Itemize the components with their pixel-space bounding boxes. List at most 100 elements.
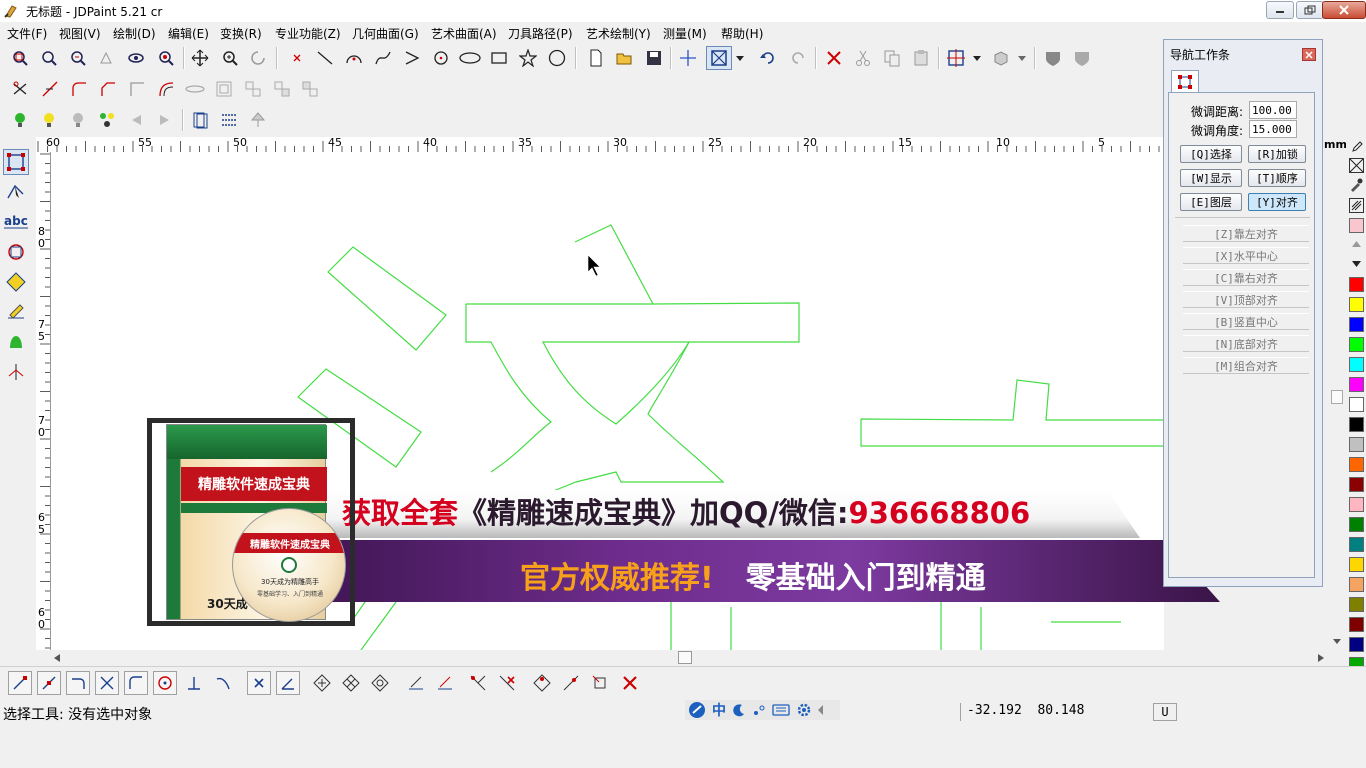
snap-midpoint-button[interactable]: [37, 671, 61, 695]
layer-list-button[interactable]: [218, 109, 240, 131]
group-button[interactable]: [213, 78, 235, 100]
color-swatch[interactable]: [1349, 317, 1364, 332]
color-swatch[interactable]: [1349, 437, 1364, 452]
save-button[interactable]: [643, 47, 665, 69]
snap-quadrant-button[interactable]: [124, 671, 148, 695]
pattern-fill-button[interactable]: [1349, 198, 1364, 213]
transform-tool-button[interactable]: [3, 239, 29, 265]
snap-toggle-button[interactable]: [247, 671, 271, 695]
align-hcenter-button[interactable]: [X]水平中心: [1183, 247, 1309, 264]
node-edit-button[interactable]: [3, 179, 29, 205]
align-left-button[interactable]: [Z]靠左对齐: [1183, 225, 1309, 242]
menu-art-surface[interactable]: 艺术曲面(A): [431, 25, 497, 42]
node-delete-button[interactable]: [495, 671, 519, 695]
spline-button[interactable]: [372, 47, 394, 69]
transform-node-button[interactable]: [310, 671, 334, 695]
menu-draw[interactable]: 绘制(D): [113, 25, 156, 42]
ellipse-button[interactable]: [459, 47, 481, 69]
color-swatch[interactable]: [1349, 497, 1364, 512]
horizontal-scroll-thumb[interactable]: [678, 651, 692, 664]
menu-measure[interactable]: 测量(M): [663, 25, 707, 42]
color-swatch[interactable]: [1349, 377, 1364, 392]
sculpt-tool-button[interactable]: [3, 299, 29, 325]
paste-button[interactable]: [910, 47, 932, 69]
3d-view-button[interactable]: [990, 47, 1012, 69]
light-yellow-button[interactable]: [38, 109, 60, 131]
pan-button[interactable]: [189, 47, 211, 69]
color-swatch[interactable]: [1349, 637, 1364, 652]
menu-view[interactable]: 视图(V): [59, 25, 101, 42]
arc-button[interactable]: [343, 47, 365, 69]
zoom-out-button[interactable]: [38, 47, 60, 69]
combine-button[interactable]: [271, 78, 293, 100]
node-break-button[interactable]: [559, 671, 583, 695]
light-off-button[interactable]: [67, 109, 89, 131]
minimize-button[interactable]: [1266, 1, 1294, 19]
menu-art-draw[interactable]: 艺术绘制(Y): [586, 25, 651, 42]
trim-button[interactable]: [9, 78, 31, 100]
color-swatch[interactable]: [1349, 457, 1364, 472]
color-swatch[interactable]: [1349, 357, 1364, 372]
menu-edit[interactable]: 编辑(E): [168, 25, 209, 42]
snap-center-button[interactable]: [153, 671, 177, 695]
close-button[interactable]: [1322, 1, 1366, 19]
zoom-button[interactable]: [219, 47, 241, 69]
vertical-scrollbar[interactable]: [1330, 150, 1344, 650]
new-file-button[interactable]: [585, 47, 607, 69]
redo-button[interactable]: [787, 47, 809, 69]
zoom-all-button[interactable]: [67, 47, 89, 69]
render-solid-button[interactable]: [1071, 47, 1093, 69]
align-view-button[interactable]: [945, 47, 967, 69]
restore-button[interactable]: [1296, 1, 1324, 19]
surface-tool-button[interactable]: [3, 329, 29, 355]
eyedropper-button[interactable]: [1349, 178, 1364, 193]
snap-intersection-button[interactable]: [95, 671, 119, 695]
select-mode-button[interactable]: [706, 46, 732, 70]
horizontal-scrollbar[interactable]: [51, 650, 1329, 666]
align-view-dropdown[interactable]: [970, 47, 984, 69]
fillet-button[interactable]: [68, 78, 90, 100]
align-vcenter-button[interactable]: [B]竖直中心: [1183, 313, 1309, 330]
polyline-button[interactable]: [401, 47, 423, 69]
ime-chinese-mode[interactable]: 中: [712, 700, 726, 720]
undo-button[interactable]: [757, 47, 779, 69]
color-swatch[interactable]: [1349, 277, 1364, 292]
open-file-button[interactable]: [614, 47, 636, 69]
join-button[interactable]: [184, 78, 206, 100]
nav-align-button[interactable]: [Y]对齐: [1248, 193, 1306, 211]
snap-endpoint-button[interactable]: [8, 671, 32, 695]
menu-file[interactable]: 文件(F): [7, 25, 47, 42]
snap-nearest-button[interactable]: [211, 671, 235, 695]
star-button[interactable]: [517, 47, 539, 69]
menu-help[interactable]: 帮助(H): [721, 25, 763, 42]
node-cut-button[interactable]: [588, 671, 612, 695]
select-tool-button[interactable]: [3, 149, 29, 175]
offset-button[interactable]: [155, 78, 177, 100]
palette-scroll-up[interactable]: [1349, 237, 1364, 251]
nav-layer-button[interactable]: [E]图层: [1180, 193, 1242, 211]
point-button[interactable]: [286, 47, 308, 69]
menu-geometry[interactable]: 几何曲面(G): [352, 25, 419, 42]
delete-button[interactable]: [823, 47, 845, 69]
color-swatch[interactable]: [1349, 397, 1364, 412]
palette-scroll-down[interactable]: [1349, 257, 1364, 271]
nav-tab-select[interactable]: [1171, 70, 1199, 93]
node-pick-button[interactable]: [466, 671, 490, 695]
layers-button[interactable]: [189, 109, 211, 131]
rotate-view-button[interactable]: [247, 47, 269, 69]
color-swatch[interactable]: [1349, 577, 1364, 592]
zoom-previous-button[interactable]: [96, 47, 118, 69]
ime-toolbar[interactable]: 中: [685, 700, 840, 720]
color-swatch-current[interactable]: [1349, 218, 1364, 233]
color-swatch[interactable]: [1349, 537, 1364, 552]
3d-view-dropdown[interactable]: [1015, 47, 1029, 69]
color-swatch[interactable]: [1349, 417, 1364, 432]
color-swatch[interactable]: [1349, 297, 1364, 312]
text-tool-button[interactable]: abc: [3, 209, 29, 235]
no-color-button[interactable]: [1349, 158, 1364, 173]
nav-panel-close-button[interactable]: [1302, 48, 1316, 61]
cut-button[interactable]: [852, 47, 874, 69]
pencil-tool-button[interactable]: [1349, 138, 1364, 153]
nav-lock-button[interactable]: [R]加锁: [1248, 145, 1306, 163]
menu-toolpath[interactable]: 刀具路径(P): [508, 25, 573, 42]
